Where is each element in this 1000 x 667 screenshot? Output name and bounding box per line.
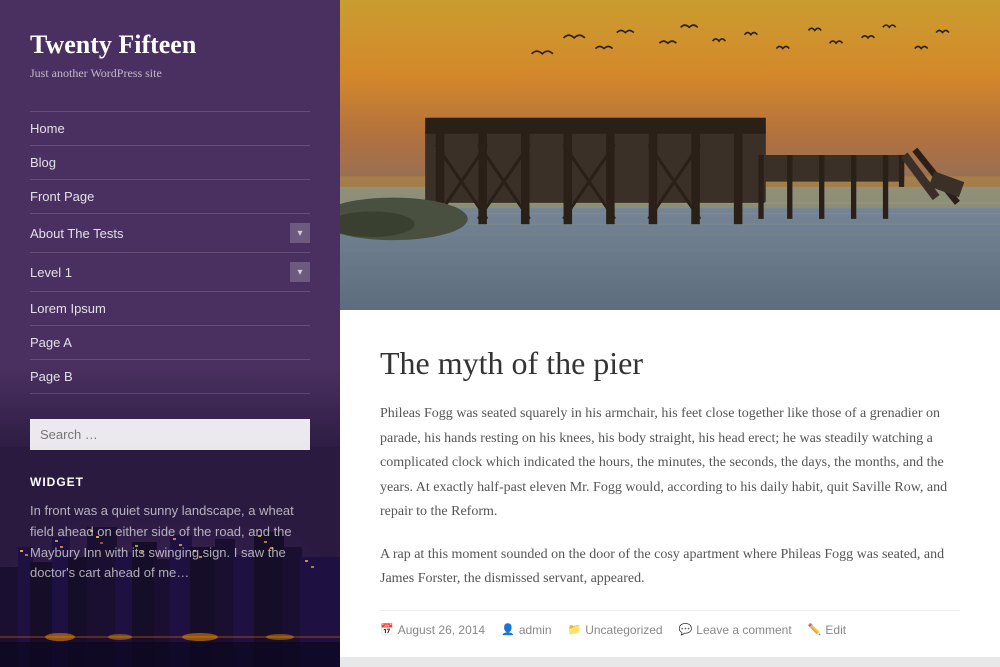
footer-category: 📁 Uncategorized (568, 623, 663, 637)
main-navigation: HomeBlogFront PageAbout The Tests▾Level … (30, 111, 310, 394)
nav-link[interactable]: About The Tests▾ (30, 214, 310, 252)
author-link[interactable]: admin (519, 623, 552, 637)
nav-link[interactable]: Level 1▾ (30, 253, 310, 291)
nav-link[interactable]: Blog (30, 146, 310, 179)
nav-item: Blog (30, 145, 310, 179)
author-icon: 👤 (501, 623, 515, 636)
footer-edit: ✏️ Edit (808, 623, 846, 637)
nav-link[interactable]: Page B (30, 360, 310, 393)
nav-link[interactable]: Page A (30, 326, 310, 359)
calendar-icon: 📅 (380, 623, 394, 636)
article-paragraph-2: A rap at this moment sounded on the door… (380, 543, 960, 592)
nav-link[interactable]: Home (30, 112, 310, 145)
main-content: The myth of the pier Phileas Fogg was se… (340, 0, 1000, 667)
sidebar: Twenty Fifteen Just another WordPress si… (0, 0, 340, 667)
nav-expand-icon[interactable]: ▾ (290, 223, 310, 243)
article-title: The myth of the pier (380, 345, 960, 382)
date-link[interactable]: August 26, 2014 (398, 623, 485, 637)
site-tagline: Just another WordPress site (30, 66, 310, 81)
footer-author: 👤 admin (501, 623, 551, 637)
nav-link[interactable]: Front Page (30, 180, 310, 213)
comments-link[interactable]: Leave a comment (696, 623, 791, 637)
nav-item: Page B (30, 359, 310, 394)
comment-icon: 💬 (679, 623, 693, 636)
nav-list: HomeBlogFront PageAbout The Tests▾Level … (30, 111, 310, 394)
widget-title: WIDGET (30, 475, 310, 489)
nav-item: Page A (30, 325, 310, 359)
widget-text: In front was a quiet sunny landscape, a … (30, 501, 310, 584)
footer-date: 📅 August 26, 2014 (380, 623, 485, 637)
nav-item: Lorem Ipsum (30, 291, 310, 325)
article-card: The myth of the pier Phileas Fogg was se… (340, 310, 1000, 657)
nav-item: Front Page (30, 179, 310, 213)
category-link[interactable]: Uncategorized (585, 623, 662, 637)
site-title: Twenty Fifteen (30, 30, 310, 60)
edit-icon: ✏️ (808, 623, 822, 636)
article-footer: 📅 August 26, 2014 👤 admin 📁 Uncategorize… (380, 610, 960, 637)
nav-item: Level 1▾ (30, 252, 310, 291)
nav-link[interactable]: Lorem Ipsum (30, 292, 310, 325)
nav-item: About The Tests▾ (30, 213, 310, 252)
footer-comments: 💬 Leave a comment (679, 623, 792, 637)
category-icon: 📁 (568, 623, 582, 636)
search-input[interactable] (30, 419, 310, 450)
search-box (30, 419, 310, 450)
article-paragraph-1: Phileas Fogg was seated squarely in his … (380, 402, 960, 525)
hero-image (340, 0, 1000, 310)
article-body: Phileas Fogg was seated squarely in his … (380, 402, 960, 592)
nav-expand-icon[interactable]: ▾ (290, 262, 310, 282)
nav-item: Home (30, 111, 310, 145)
edit-link[interactable]: Edit (825, 623, 846, 637)
